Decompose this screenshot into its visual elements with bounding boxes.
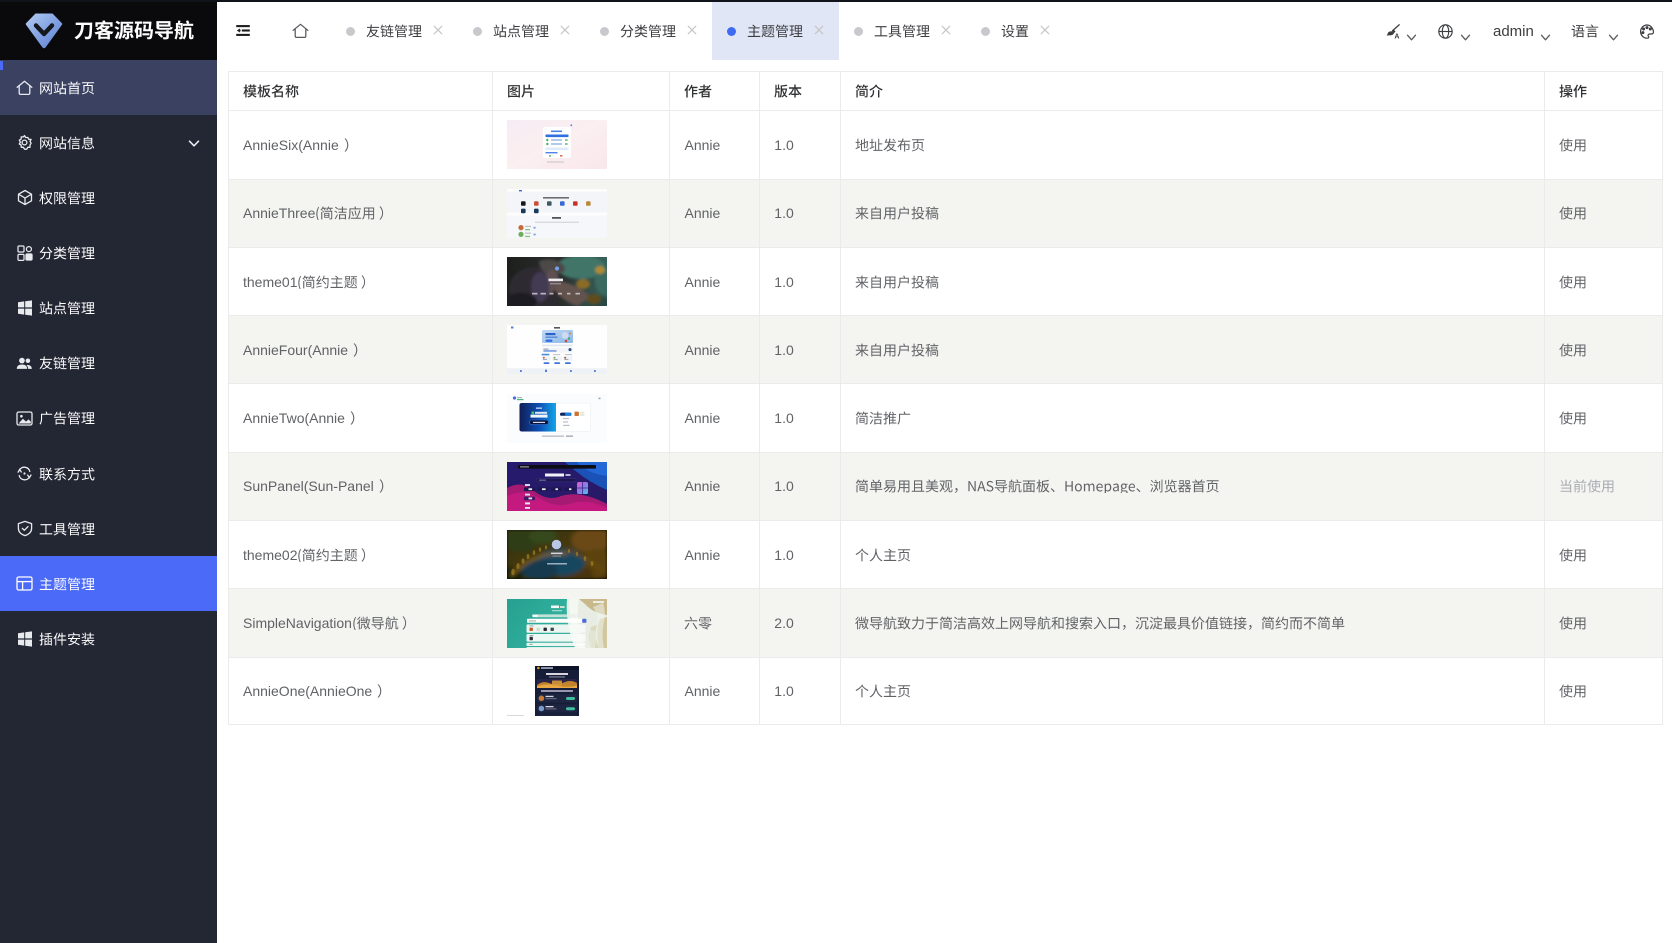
- svg-text:A: A: [1394, 34, 1399, 39]
